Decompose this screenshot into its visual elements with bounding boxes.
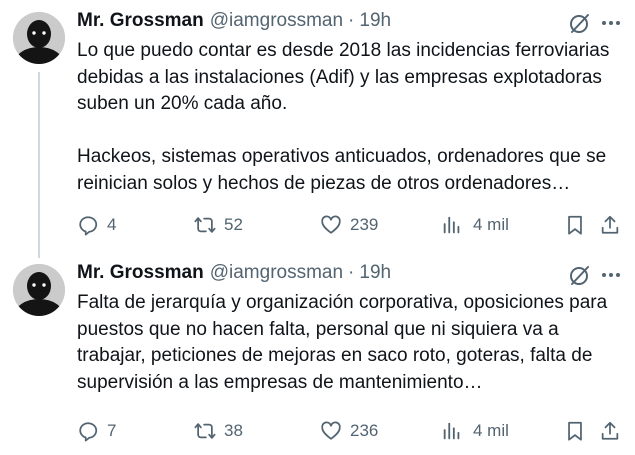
tweet-paragraph: Falta de jerarquía y organización corpor…	[77, 292, 608, 393]
separator: ·	[348, 262, 355, 283]
share-icon	[601, 215, 619, 234]
bookmark-icon	[568, 421, 582, 441]
reply-icon	[79, 422, 98, 442]
share-button[interactable]	[599, 212, 621, 238]
views-button[interactable]: 4 mil	[441, 418, 509, 444]
separator: ·	[348, 10, 355, 31]
views-icon	[443, 422, 460, 440]
action-bar: 7 38 236 4 mil	[0, 418, 635, 444]
action-bar: 4 52 239 4 mil	[0, 212, 635, 238]
share-button[interactable]	[599, 418, 621, 444]
tweet-paragraph: Hackeos, sistemas operativos anticuados,…	[77, 146, 607, 194]
more-icon[interactable]	[599, 263, 623, 287]
repost-icon	[194, 423, 216, 439]
tweet-text: Falta de jerarquía y organización corpor…	[77, 290, 629, 396]
reply-icon	[79, 216, 98, 236]
repost-count: 52	[224, 215, 243, 234]
views-count: 4 mil	[473, 215, 509, 234]
repost-count: 38	[224, 421, 243, 440]
tweet[interactable]: Mr. Grossman @iamgrossman · 19h Lo que p…	[0, 0, 635, 258]
timestamp[interactable]: 19h	[359, 262, 391, 284]
reply-count: 7	[107, 421, 117, 440]
share-icon	[601, 421, 619, 440]
tweet-paragraph: Lo que puedo contar es desde 2018 las in…	[77, 40, 610, 115]
author-name[interactable]: Mr. Grossman	[77, 10, 204, 32]
author-handle[interactable]: @iamgrossman	[210, 262, 343, 284]
repost-icon	[194, 217, 216, 233]
grok-icon[interactable]	[568, 263, 592, 287]
like-button[interactable]: 239	[320, 212, 378, 238]
tweet-header: Mr. Grossman @iamgrossman · 19h	[77, 262, 391, 284]
views-icon	[443, 216, 460, 234]
avatar[interactable]	[13, 12, 65, 64]
author-name[interactable]: Mr. Grossman	[77, 262, 204, 284]
like-count: 236	[350, 421, 379, 440]
author-handle[interactable]: @iamgrossman	[210, 10, 343, 32]
reply-count: 4	[107, 215, 117, 234]
like-icon	[321, 421, 341, 440]
bookmark-button[interactable]	[564, 418, 586, 444]
like-button[interactable]: 236	[320, 418, 378, 444]
more-icon[interactable]	[599, 11, 623, 35]
views-button[interactable]: 4 mil	[441, 212, 509, 238]
repost-button[interactable]: 52	[194, 212, 243, 238]
reply-button[interactable]: 7	[77, 418, 116, 444]
like-count: 239	[350, 215, 379, 234]
tweet[interactable]: Mr. Grossman @iamgrossman · 19h Falta de…	[0, 252, 635, 455]
avatar[interactable]	[13, 264, 65, 316]
tweet-header: Mr. Grossman @iamgrossman · 19h	[77, 10, 391, 32]
like-icon	[321, 215, 341, 234]
repost-button[interactable]: 38	[194, 418, 243, 444]
reply-button[interactable]: 4	[77, 212, 116, 238]
grok-icon[interactable]	[568, 11, 592, 35]
timestamp[interactable]: 19h	[359, 10, 391, 32]
bookmark-icon	[568, 215, 582, 235]
views-count: 4 mil	[473, 421, 509, 440]
tweet-text: Lo que puedo contar es desde 2018 las in…	[77, 38, 629, 198]
bookmark-button[interactable]	[564, 212, 586, 238]
